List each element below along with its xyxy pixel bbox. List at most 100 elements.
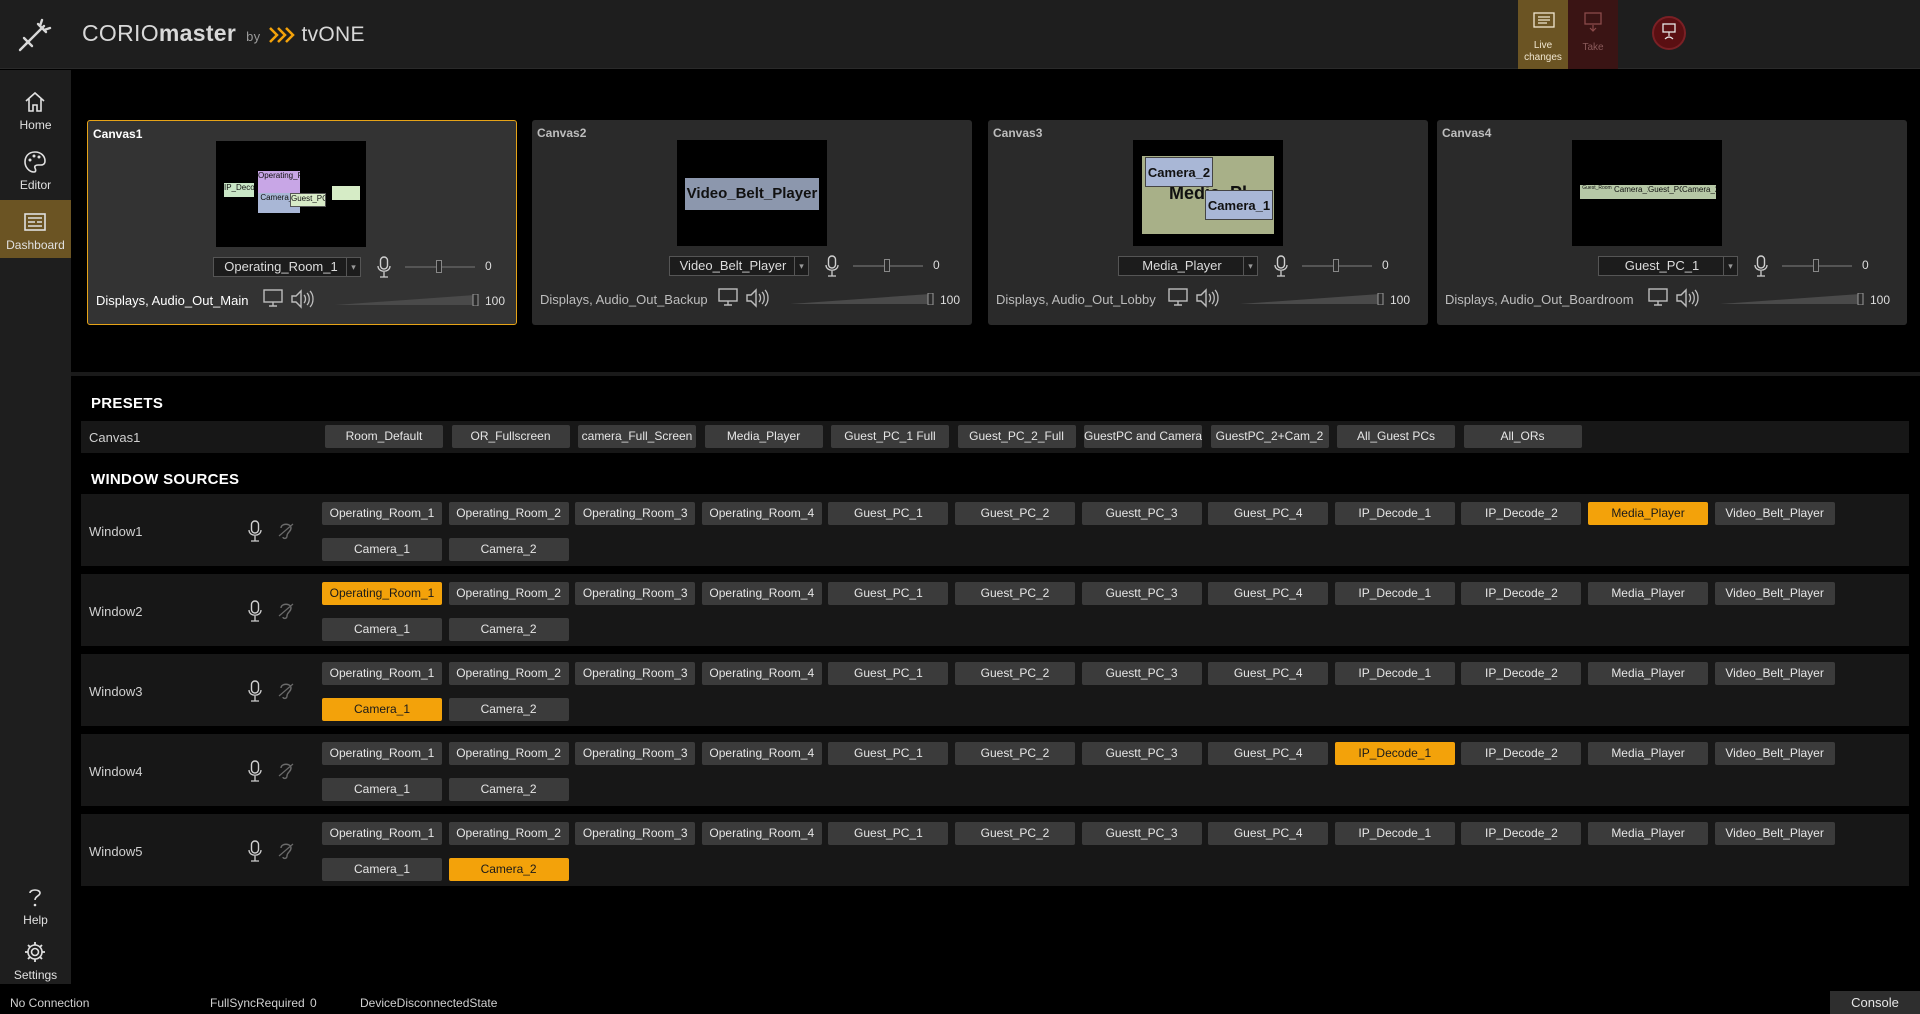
live-changes-button[interactable]: Live changes [1518, 0, 1568, 69]
source-button[interactable]: Camera_1 [322, 538, 442, 561]
console-button[interactable]: Console [1830, 991, 1920, 1014]
source-button[interactable]: Guest_PC_4 [1208, 742, 1329, 765]
preset-button[interactable]: Guest_PC_1 Full [831, 425, 949, 448]
preset-button[interactable]: OR_Fullscreen [451, 425, 570, 448]
source-button[interactable]: Guestt_PC_3 [1081, 662, 1202, 685]
mic-icon[interactable] [1754, 255, 1768, 282]
preset-button[interactable]: All_ORs [1463, 425, 1582, 448]
sidebar-item-home[interactable]: Home [0, 80, 71, 138]
source-button[interactable]: Camera_1 [322, 618, 442, 641]
source-button[interactable]: Guest_PC_1 [828, 662, 949, 685]
speaker-icon[interactable] [1675, 288, 1701, 313]
source-button[interactable]: Media_Player [1588, 822, 1708, 845]
source-button[interactable]: Camera_2 [448, 618, 569, 641]
volume-slider[interactable] [1240, 292, 1385, 306]
audio-off-icon[interactable] [277, 520, 295, 545]
source-button[interactable]: Video_Belt_Player [1714, 662, 1835, 685]
source-button[interactable]: Guest_PC_1 [828, 742, 949, 765]
source-button[interactable]: Operating_Room_1 [322, 582, 442, 605]
preset-button[interactable]: camera_Full_Screen [578, 425, 696, 448]
source-button[interactable]: Operating_Room_4 [701, 822, 822, 845]
source-button[interactable]: IP_Decode_1 [1334, 662, 1455, 685]
slider-handle[interactable] [1813, 259, 1819, 272]
source-button[interactable]: IP_Decode_2 [1461, 822, 1582, 845]
alarm-indicator[interactable] [1652, 16, 1686, 50]
preset-button[interactable]: GuestPC_2+Cam_2 [1210, 425, 1329, 448]
source-button[interactable]: Media_Player [1588, 742, 1708, 765]
mic-level-slider[interactable] [405, 260, 475, 273]
audio-off-icon[interactable] [277, 600, 295, 625]
canvas-card[interactable]: Canvas2 Video_Belt_Player Video_Belt_Playe… [532, 120, 972, 325]
source-button[interactable]: Operating_Room_4 [701, 662, 822, 685]
source-button[interactable]: Guest_PC_2 [955, 502, 1075, 525]
source-button[interactable]: IP_Decode_2 [1461, 502, 1582, 525]
mic-level-slider[interactable] [1782, 259, 1852, 272]
source-button[interactable]: Operating_Room_1 [322, 742, 442, 765]
mic-icon[interactable] [1274, 255, 1288, 282]
source-button[interactable]: Operating_Room_2 [448, 822, 569, 845]
take-button[interactable]: Take [1568, 0, 1618, 69]
source-button[interactable]: Operating_Room_1 [322, 662, 442, 685]
mic-icon[interactable] [248, 520, 262, 547]
source-button[interactable]: Guestt_PC_3 [1081, 822, 1202, 845]
source-button[interactable]: Camera_1 [322, 858, 442, 881]
canvas-preview[interactable]: Guest_RoomCamera_1Guest_PC_1Camera_2 [1572, 140, 1722, 246]
source-button[interactable]: Guest_PC_4 [1208, 582, 1329, 605]
source-button[interactable]: Guest_PC_1 [828, 502, 949, 525]
source-button[interactable]: Operating_Room_2 [448, 662, 569, 685]
source-button[interactable]: Guestt_PC_3 [1081, 502, 1202, 525]
source-button[interactable]: Guest_PC_1 [828, 582, 949, 605]
canvas-card[interactable]: Canvas4Guest_RoomCamera_1Guest_PC_1Camer… [1437, 120, 1907, 325]
source-button[interactable]: Guestt_PC_3 [1081, 582, 1202, 605]
mic-icon[interactable] [825, 255, 839, 282]
source-button[interactable]: Camera_2 [448, 698, 569, 721]
mic-level-slider[interactable] [1302, 259, 1372, 272]
sidebar-item-help[interactable]: Help [0, 875, 71, 933]
audio-off-icon[interactable] [277, 840, 295, 865]
source-dropdown[interactable]: Video_Belt_Player ▾ [669, 256, 809, 276]
display-icon[interactable] [263, 289, 283, 312]
volume-slider[interactable] [1720, 292, 1865, 306]
display-icon[interactable] [1168, 288, 1188, 311]
mic-icon[interactable] [248, 760, 262, 787]
source-button[interactable]: Media_Player [1588, 502, 1708, 525]
source-button[interactable]: Operating_Room_3 [575, 822, 696, 845]
preset-button[interactable]: Media_Player [704, 425, 823, 448]
canvas-preview[interactable]: IP_Decode_1Operating_Room_1Camera_1Guest… [216, 141, 366, 247]
speaker-icon[interactable] [1195, 288, 1221, 313]
source-button[interactable]: Camera_1 [322, 698, 442, 721]
source-button[interactable]: Guest_PC_2 [955, 822, 1075, 845]
source-button[interactable]: Operating_Room_1 [322, 822, 442, 845]
source-button[interactable]: Operating_Room_3 [575, 662, 696, 685]
source-button[interactable]: Guest_PC_4 [1208, 502, 1329, 525]
canvas-preview[interactable]: Video_Belt_Player [677, 140, 827, 246]
source-button[interactable]: Guest_PC_4 [1208, 822, 1329, 845]
sidebar-item-dashboard[interactable]: Dashboard [0, 200, 71, 258]
source-button[interactable]: Operating_Room_3 [575, 502, 696, 525]
slider-handle[interactable] [436, 260, 442, 273]
speaker-icon[interactable] [745, 288, 771, 313]
source-button[interactable]: Video_Belt_Player [1714, 502, 1835, 525]
source-button[interactable]: Operating_Room_4 [701, 582, 822, 605]
source-button[interactable]: IP_Decode_1 [1334, 582, 1455, 605]
volume-slider[interactable] [790, 292, 935, 306]
source-button[interactable]: Operating_Room_3 [575, 742, 696, 765]
source-button[interactable]: IP_Decode_2 [1461, 742, 1582, 765]
source-button[interactable]: Video_Belt_Player [1714, 582, 1835, 605]
slider-handle[interactable] [884, 259, 890, 272]
mic-level-slider[interactable] [853, 259, 923, 272]
display-icon[interactable] [1648, 288, 1668, 311]
mic-icon[interactable] [248, 600, 262, 627]
source-button[interactable]: Operating_Room_2 [448, 742, 569, 765]
source-button[interactable]: Camera_2 [448, 778, 569, 801]
source-button[interactable]: Guest_PC_4 [1208, 662, 1329, 685]
source-button[interactable]: Operating_Room_2 [448, 582, 569, 605]
speaker-icon[interactable] [290, 289, 316, 314]
volume-slider[interactable] [335, 293, 480, 307]
source-button[interactable]: Operating_Room_4 [701, 742, 822, 765]
sidebar-item-settings[interactable]: Settings [0, 930, 71, 988]
source-button[interactable]: Guest_PC_1 [828, 822, 949, 845]
preset-button[interactable]: Guest_PC_2_Full [957, 425, 1076, 448]
source-button[interactable]: Guest_PC_2 [955, 582, 1075, 605]
source-dropdown[interactable]: Guest_PC_1 ▾ [1598, 256, 1738, 276]
